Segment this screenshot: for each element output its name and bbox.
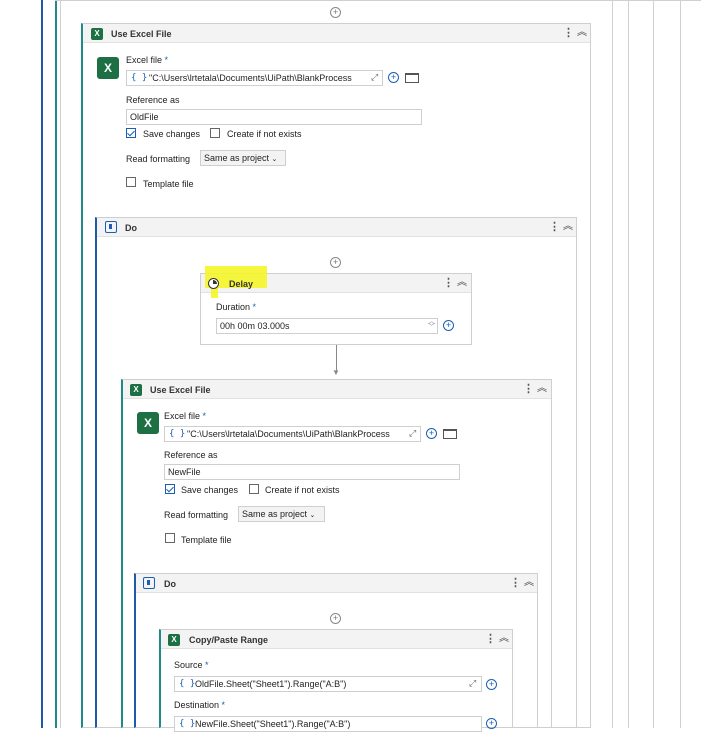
read-formatting-label: Read formatting [164, 510, 228, 520]
copy-paste-range-card: X Copy/Paste Range ⋮ ︽ Source * { } OldF… [159, 629, 513, 728]
more-options-icon[interactable]: ⋮ [443, 277, 454, 289]
card-header[interactable]: Do ⋮ ︽ [97, 218, 576, 237]
read-formatting-select[interactable]: Same as project ⌄ [200, 150, 286, 166]
expression-icon: { } [169, 427, 185, 441]
reference-label: Reference as [164, 450, 218, 460]
scope-line [653, 0, 654, 728]
add-variable-button[interactable]: + [426, 428, 437, 439]
collapse-icon[interactable]: ︽ [577, 27, 587, 39]
add-variable-button[interactable]: + [486, 718, 497, 729]
duration-input[interactable]: 00h 00m 03.000s [216, 318, 438, 334]
collapse-icon[interactable]: ︽ [563, 221, 573, 233]
add-variable-button[interactable]: + [388, 72, 399, 83]
scope-line [628, 0, 629, 728]
destination-input[interactable]: { } NewFile.Sheet("Sheet1").Range("A:B") [174, 716, 482, 732]
expand-icon[interactable]: ⤢ [469, 678, 476, 689]
duration-stepper[interactable]: ︿﹀ [428, 319, 435, 331]
card-header[interactable]: Delay ⋮ ︽ [201, 274, 471, 293]
create-if-not-exists-label: Create if not exists [265, 485, 340, 495]
add-activity-button[interactable]: + [330, 7, 341, 18]
expression-icon: { } [131, 71, 147, 85]
more-options-icon[interactable]: ⋮ [563, 27, 574, 39]
card-header[interactable]: Do ⋮ ︽ [136, 574, 537, 593]
excel-icon: X [168, 634, 180, 646]
card-header[interactable]: X Use Excel File ⋮ ︽ [123, 380, 551, 399]
template-file-checkbox[interactable] [126, 177, 136, 187]
create-if-not-exists-checkbox[interactable] [249, 484, 259, 494]
source-label: Source * [174, 660, 209, 670]
scope-line [60, 0, 61, 728]
create-if-not-exists-checkbox[interactable] [210, 128, 220, 138]
scope-line [612, 0, 613, 728]
save-changes-checkbox[interactable] [126, 128, 136, 138]
add-variable-button[interactable]: + [486, 679, 497, 690]
read-formatting-select[interactable]: Same as project ⌄ [238, 506, 325, 522]
scope-line [680, 0, 681, 728]
save-changes-label: Save changes [181, 485, 238, 495]
destination-label: Destination * [174, 700, 225, 710]
delay-card: Delay ⋮ ︽ Duration * 00h 00m 03.000s ︿﹀ … [200, 273, 472, 345]
sequence-icon [143, 577, 155, 589]
collapse-icon[interactable]: ︽ [499, 633, 509, 645]
clock-icon [208, 278, 219, 289]
expand-icon[interactable]: ⤢ [409, 428, 416, 439]
collapse-icon[interactable]: ︽ [524, 577, 534, 589]
collapse-icon[interactable]: ︽ [537, 383, 547, 395]
excel-logo-icon: X [137, 412, 159, 434]
arrow-down-icon: ▼ [332, 368, 340, 377]
card-title: Do [125, 223, 137, 233]
excel-icon: X [91, 28, 103, 40]
reference-input[interactable]: OldFile [126, 109, 422, 125]
excel-logo-icon: X [97, 57, 119, 79]
expand-icon[interactable]: ⤢ [371, 72, 378, 83]
excel-file-label: Excel file * [164, 411, 206, 421]
excel-file-label: Excel file * [126, 55, 168, 65]
card-header[interactable]: X Copy/Paste Range ⋮ ︽ [161, 630, 512, 649]
excel-file-input[interactable]: { } "C:\Users\lrtetala\Documents\UiPath\… [164, 426, 421, 442]
add-activity-button[interactable]: + [330, 613, 341, 624]
scope-line [55, 0, 57, 728]
more-options-icon[interactable]: ⋮ [510, 577, 521, 589]
top-border [55, 0, 701, 1]
expression-icon: { } [179, 677, 195, 691]
duration-label: Duration * [216, 302, 256, 312]
more-options-icon[interactable]: ⋮ [523, 383, 534, 395]
create-if-not-exists-label: Create if not exists [227, 129, 302, 139]
add-activity-button[interactable]: + [330, 257, 341, 268]
add-variable-button[interactable]: + [443, 320, 454, 331]
scope-line [41, 0, 43, 728]
card-title: Do [164, 579, 176, 589]
card-title: Delay [229, 279, 253, 289]
read-formatting-label: Read formatting [126, 154, 190, 164]
expression-icon: { } [179, 717, 195, 731]
reference-label: Reference as [126, 95, 180, 105]
template-file-checkbox[interactable] [165, 533, 175, 543]
template-file-label: Template file [143, 179, 194, 189]
save-changes-label: Save changes [143, 129, 200, 139]
card-title: Use Excel File [111, 29, 172, 39]
card-header[interactable]: X Use Excel File ⋮ ︽ [83, 24, 590, 43]
sequence-icon [105, 221, 117, 233]
excel-icon: X [130, 384, 142, 396]
more-options-icon[interactable]: ⋮ [485, 633, 496, 645]
source-input[interactable]: { } OldFile.Sheet("Sheet1").Range("A:B") [174, 676, 482, 692]
card-title: Use Excel File [150, 385, 211, 395]
template-file-label: Template file [181, 535, 232, 545]
card-title: Copy/Paste Range [189, 635, 268, 645]
more-options-icon[interactable]: ⋮ [549, 221, 560, 233]
save-changes-checkbox[interactable] [165, 484, 175, 494]
reference-input[interactable]: NewFile [164, 464, 460, 480]
collapse-icon[interactable]: ︽ [457, 277, 467, 289]
excel-file-input[interactable]: { } "C:\Users\lrtetala\Documents\UiPath\… [126, 70, 383, 86]
browse-folder-icon[interactable] [405, 73, 419, 83]
browse-folder-icon[interactable] [443, 429, 457, 439]
